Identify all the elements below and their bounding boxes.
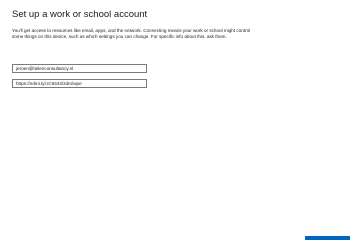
description-text: You'll get access to resources like emai…	[12, 28, 251, 40]
server-address-field[interactable]: https://ndmi.tyl.nl:8443/zdm/wpe	[12, 79, 147, 88]
email-field[interactable]: jeroen@tielenconsultancy.nl	[12, 64, 147, 73]
next-button[interactable]	[305, 236, 350, 240]
setup-account-window: Set up a work or school account You'll g…	[0, 0, 360, 240]
page-title: Set up a work or school account	[12, 9, 148, 20]
